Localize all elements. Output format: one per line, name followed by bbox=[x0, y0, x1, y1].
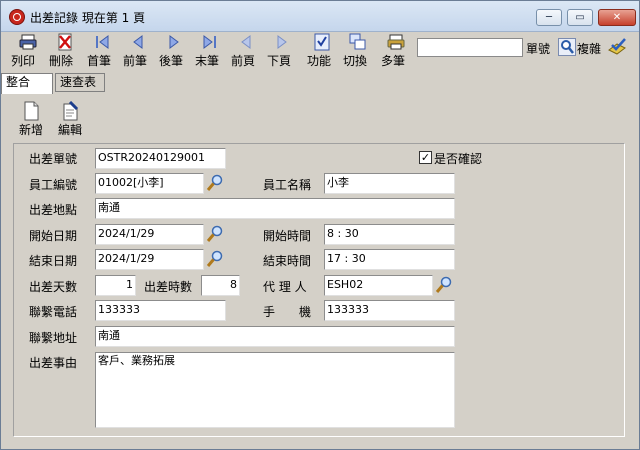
magnifier-icon[interactable] bbox=[435, 276, 453, 294]
switch-icon bbox=[349, 33, 366, 50]
end-date-field[interactable]: 2024/1/29 bbox=[95, 249, 204, 270]
days-label: 出差天數 bbox=[29, 280, 78, 294]
function-button[interactable]: 功能 bbox=[307, 33, 337, 71]
end-date-label: 結束日期 bbox=[29, 254, 78, 268]
search-icon[interactable] bbox=[558, 38, 576, 56]
check-icon: ✓ bbox=[420, 151, 431, 164]
start-time-field[interactable]: 8 : 30 bbox=[324, 224, 455, 245]
phone-field[interactable]: 133333 bbox=[95, 300, 226, 321]
printer-icon bbox=[19, 34, 37, 50]
end-time-label: 結束時間 bbox=[263, 254, 312, 268]
days-field[interactable]: 1 bbox=[95, 275, 136, 296]
hours-field[interactable]: 8 bbox=[201, 275, 240, 296]
app-window: 出差記錄 現在第 1 頁 ─ ▭ ✕ 列印 刪除 首筆 前筆 後筆 末筆 前頁 … bbox=[0, 0, 640, 450]
multi-record-button[interactable]: 多筆 bbox=[381, 33, 411, 71]
emp-name-label: 員工名稱 bbox=[263, 178, 312, 192]
start-date-label: 開始日期 bbox=[29, 229, 78, 243]
print-button[interactable]: 列印 bbox=[11, 33, 45, 71]
delete-button[interactable]: 刪除 bbox=[49, 33, 81, 71]
agent-label: 代 理 人 bbox=[263, 280, 307, 294]
emp-id-field[interactable]: 01002[小李] bbox=[95, 173, 204, 194]
next-page-button[interactable]: 下頁 bbox=[267, 33, 297, 71]
confirmed-checkbox[interactable]: ✓ bbox=[419, 151, 432, 164]
app-logo-icon bbox=[9, 9, 25, 25]
add-button[interactable]: 新增 bbox=[14, 101, 48, 138]
page-left-icon bbox=[241, 35, 251, 49]
reason-textarea[interactable]: 客戶、業務拓展 bbox=[95, 352, 455, 428]
arrow-right-icon bbox=[169, 35, 179, 49]
location-label: 出差地點 bbox=[29, 203, 78, 217]
confirmed-label: 是否確認 bbox=[434, 152, 483, 166]
next-record-button[interactable]: 後筆 bbox=[159, 33, 189, 71]
first-record-icon bbox=[96, 35, 109, 49]
tab-quick-lookup[interactable]: 速查表 bbox=[55, 73, 105, 92]
hours-label: 出差時數 bbox=[144, 280, 193, 294]
mobile-field[interactable]: 133333 bbox=[324, 300, 455, 321]
copy-icon[interactable] bbox=[606, 36, 628, 58]
emp-id-label: 員工編號 bbox=[29, 178, 78, 192]
trip-no-label: 出差單號 bbox=[29, 152, 78, 166]
address-label: 聯繫地址 bbox=[29, 331, 78, 345]
magnifier-icon[interactable] bbox=[206, 250, 224, 268]
switch-button[interactable]: 切換 bbox=[343, 33, 373, 71]
page-right-icon bbox=[277, 35, 287, 49]
first-record-button[interactable]: 首筆 bbox=[87, 33, 117, 71]
end-time-field[interactable]: 17 : 30 bbox=[324, 249, 455, 270]
minimize-button[interactable]: ─ bbox=[536, 9, 562, 26]
tab-integrate[interactable]: 整合 bbox=[1, 73, 53, 94]
new-document-icon bbox=[24, 101, 39, 121]
prev-record-button[interactable]: 前筆 bbox=[123, 33, 153, 71]
search-label: 單號 bbox=[526, 42, 551, 56]
start-date-field[interactable]: 2024/1/29 bbox=[95, 224, 204, 245]
edit-button[interactable]: 編輯 bbox=[54, 101, 86, 138]
magnifier-icon[interactable] bbox=[206, 174, 224, 192]
window-title: 出差記錄 現在第 1 頁 bbox=[30, 11, 146, 25]
title-bar: 出差記錄 現在第 1 頁 ─ ▭ ✕ bbox=[1, 1, 639, 32]
trip-no-field[interactable]: OSTR20240129001 bbox=[95, 148, 226, 169]
copy-label: 複雜 bbox=[577, 42, 602, 56]
last-record-icon bbox=[203, 35, 216, 49]
search-input[interactable] bbox=[417, 38, 523, 57]
emp-name-field[interactable]: 小李 bbox=[324, 173, 455, 194]
close-button[interactable]: ✕ bbox=[598, 9, 636, 26]
location-field[interactable]: 南通 bbox=[95, 198, 455, 219]
edit-icon bbox=[63, 101, 79, 121]
multi-record-icon bbox=[387, 34, 405, 50]
delete-icon bbox=[58, 33, 72, 51]
agent-field[interactable]: ESH02 bbox=[324, 275, 433, 296]
address-field[interactable]: 南通 bbox=[95, 326, 455, 347]
magnifier-icon[interactable] bbox=[206, 225, 224, 243]
arrow-left-icon bbox=[133, 35, 143, 49]
reason-label: 出差事由 bbox=[29, 356, 78, 370]
last-record-button[interactable]: 末筆 bbox=[195, 33, 225, 71]
mobile-label: 手 機 bbox=[263, 305, 312, 319]
prev-page-button[interactable]: 前頁 bbox=[231, 33, 261, 71]
start-time-label: 開始時間 bbox=[263, 229, 312, 243]
maximize-button[interactable]: ▭ bbox=[567, 9, 593, 26]
record-toolbar: 新增 編輯 bbox=[1, 93, 639, 139]
phone-label: 聯繫電話 bbox=[29, 305, 78, 319]
function-icon bbox=[314, 33, 330, 51]
